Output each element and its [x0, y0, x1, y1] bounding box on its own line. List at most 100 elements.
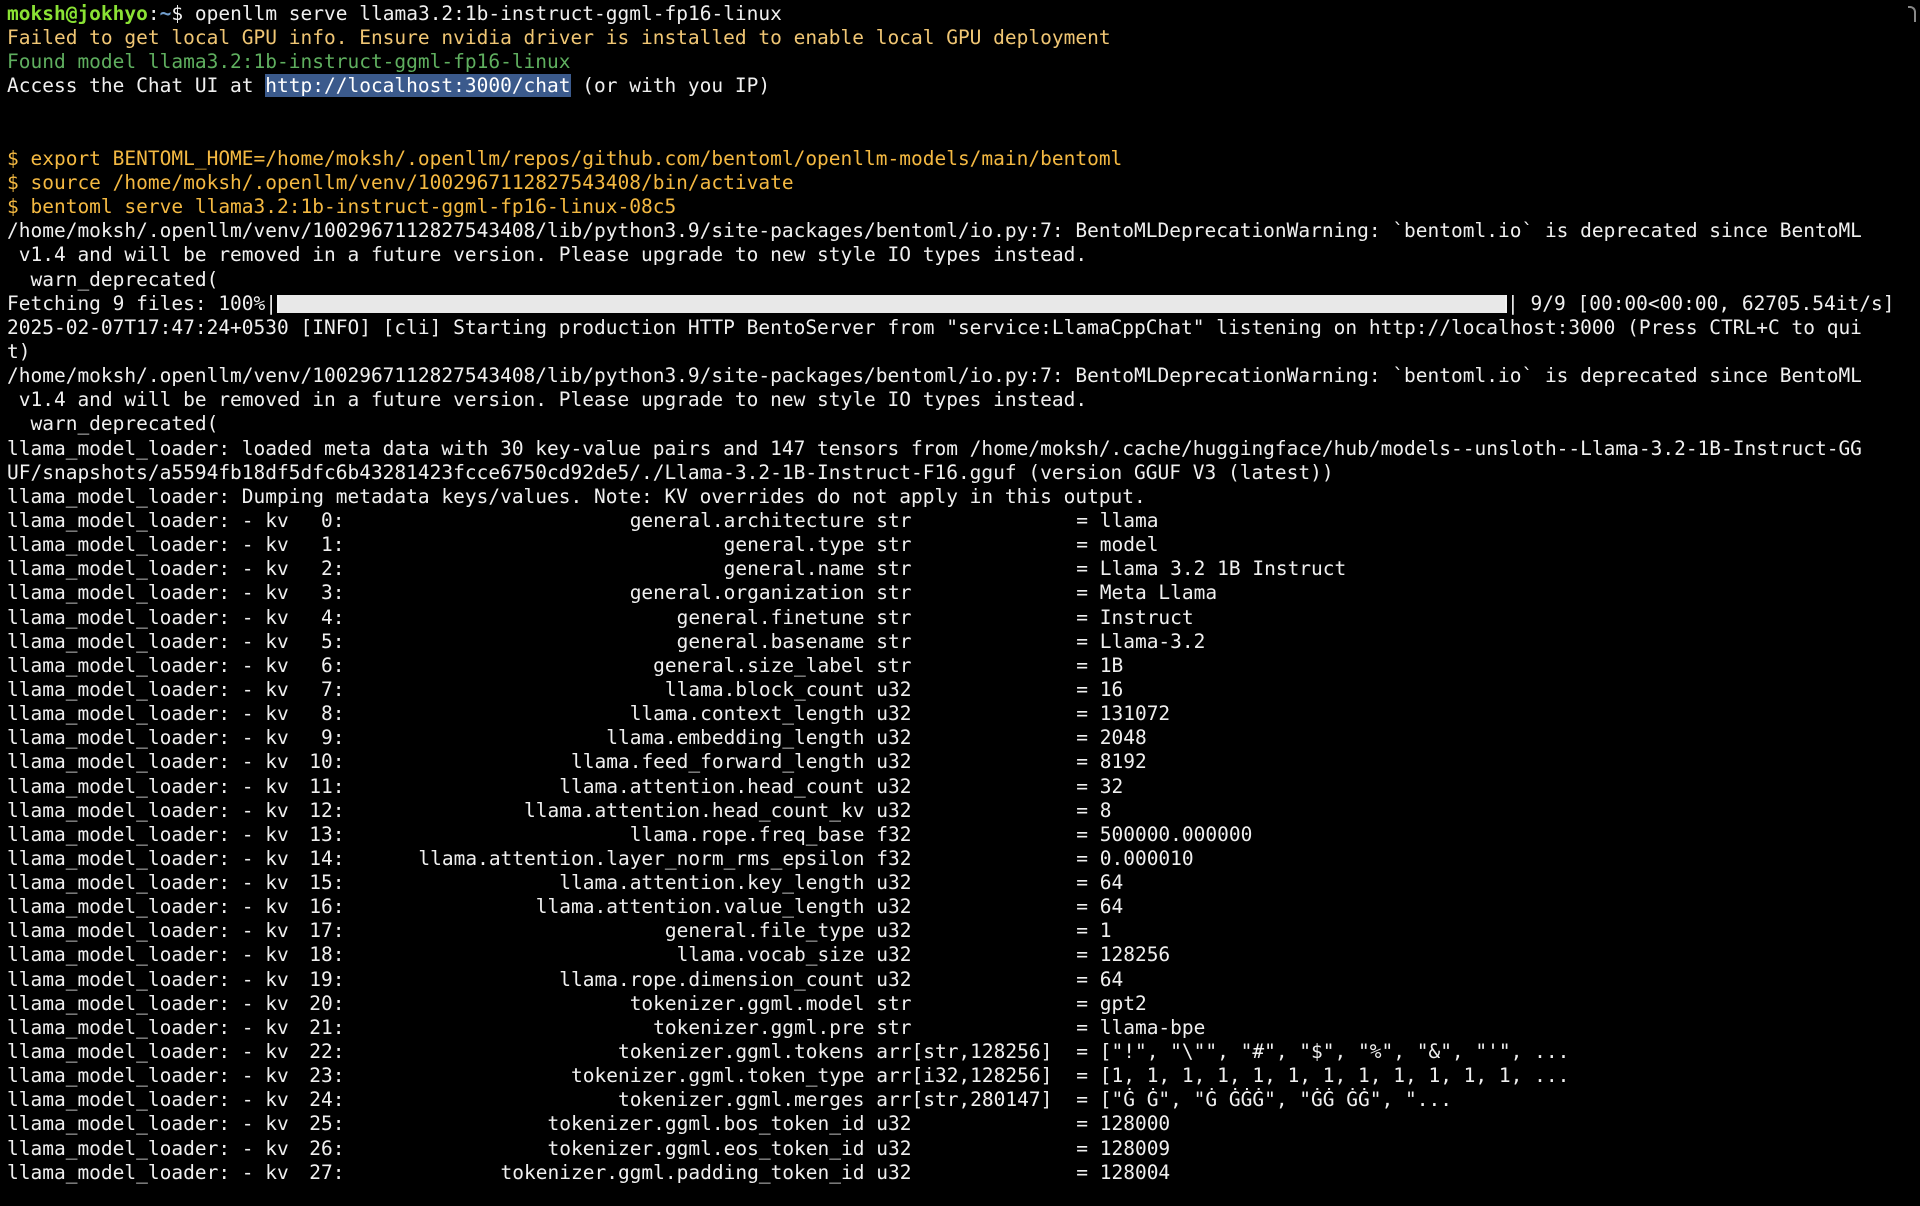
kv-prefix: llama_model_loader: - kv	[7, 557, 301, 581]
kv-row: llama_model_loader: - kv 2: general.name …	[7, 557, 1913, 581]
kv-value: = 500000.000000	[1076, 822, 1253, 846]
kv-row: llama_model_loader: - kv 9: llama.embeddi…	[7, 726, 1913, 750]
kv-key: general.organization	[629, 581, 865, 605]
loader-log-line: UF/snapshots/a5594fb18df5dfc6b43281423fc…	[7, 460, 1334, 484]
deprecation-warning-line: v1.4 and will be removed in a future ver…	[7, 388, 1088, 412]
kv-type: u32	[876, 750, 912, 774]
kv-prefix: llama_model_loader: - kv	[7, 605, 301, 629]
terminal-window[interactable]: moksh@jokhyo:~$ openllm serve llama3.2:1…	[0, 0, 1920, 1206]
kv-index: 1:	[321, 533, 345, 557]
kv-row: llama_model_loader: - kv 1: general.type …	[7, 533, 1913, 557]
kv-value: = 0.000010	[1076, 846, 1194, 870]
kv-prefix: llama_model_loader: - kv	[7, 991, 301, 1015]
kv-row: llama_model_loader: - kv 21: tokenizer.gg…	[7, 1016, 1913, 1040]
kv-prefix: llama_model_loader: - kv	[7, 871, 301, 895]
kv-prefix: llama_model_loader: - kv	[7, 774, 301, 798]
kv-type: str	[876, 581, 912, 605]
kv-prefix: llama_model_loader: - kv	[7, 629, 301, 653]
kv-value: = 32	[1076, 774, 1124, 798]
kv-type: u32	[876, 967, 912, 991]
chat-ui-link[interactable]: http://localhost:3000/chat	[265, 74, 571, 98]
kv-type: str	[876, 653, 912, 677]
prompt-line: moksh@jokhyo:~$ openllm serve llama3.2:1…	[7, 2, 1913, 26]
kv-index: 25:	[309, 1112, 345, 1136]
kv-type: u32	[876, 702, 912, 726]
deprecation-warning-line: /home/moksh/.openllm/venv/10029671128275…	[7, 364, 1862, 388]
kv-key: llama.rope.freq_base	[629, 822, 865, 846]
kv-row: llama_model_loader: - kv 19: llama.rope.d…	[7, 968, 1913, 992]
info-log-line: t)	[7, 339, 31, 363]
kv-prefix: llama_model_loader: - kv	[7, 943, 301, 967]
kv-row: llama_model_loader: - kv 24: tokenizer.gg…	[7, 1088, 1913, 1112]
kv-prefix: llama_model_loader: - kv	[7, 1112, 301, 1136]
kv-prefix: llama_model_loader: - kv	[7, 702, 301, 726]
kv-index: 2:	[321, 557, 345, 581]
kv-value: = 2048	[1076, 726, 1147, 750]
kv-row: llama_model_loader: - kv 23: tokenizer.gg…	[7, 1064, 1913, 1088]
kv-value: = Llama 3.2 1B Instruct	[1076, 557, 1347, 581]
kv-value: = 64	[1076, 967, 1124, 991]
fetching-prefix: Fetching 9 files: 100%|	[7, 291, 278, 315]
kv-prefix: llama_model_loader: - kv	[7, 726, 301, 750]
kv-key: general.file_type	[664, 919, 865, 943]
kv-row: llama_model_loader: - kv 8: llama.context…	[7, 702, 1913, 726]
kv-index: 21:	[309, 1015, 345, 1039]
kv-key: tokenizer.ggml.eos_token_id	[547, 1136, 865, 1160]
kv-key: general.type	[723, 533, 865, 557]
kv-type: u32	[876, 871, 912, 895]
kv-row: llama_model_loader: - kv 7: llama.block_c…	[7, 678, 1913, 702]
kv-index: 16:	[309, 895, 345, 919]
kv-key: llama.attention.layer_norm_rms_epsilon	[418, 846, 865, 870]
kv-index: 15:	[309, 871, 345, 895]
kv-value: = Instruct	[1076, 605, 1194, 629]
kv-type: f32	[876, 846, 912, 870]
kv-prefix: llama_model_loader: - kv	[7, 1160, 301, 1184]
kv-prefix: llama_model_loader: - kv	[7, 581, 301, 605]
access-suffix: (or with you IP)	[570, 74, 771, 98]
export-command-line: $ export BENTOML_HOME=/home/moksh/.openl…	[7, 146, 1123, 170]
kv-index: 24:	[309, 1088, 345, 1112]
prompt-path: ~	[159, 2, 172, 25]
kv-value: = model	[1076, 533, 1159, 557]
kv-row: llama_model_loader: - kv 27: tokenizer.gg…	[7, 1161, 1913, 1185]
kv-row: llama_model_loader: - kv 11: llama.attent…	[7, 775, 1913, 799]
kv-row: llama_model_loader: - kv 15: llama.attent…	[7, 871, 1913, 895]
kv-key: llama.rope.dimension_count	[559, 967, 865, 991]
kv-prefix: llama_model_loader: - kv	[7, 798, 301, 822]
kv-type: str	[876, 557, 912, 581]
kv-row: llama_model_loader: - kv 18: llama.vocab_…	[7, 943, 1913, 967]
kv-row: llama_model_loader: - kv 0: general.archi…	[7, 509, 1913, 533]
fetching-progress-line: Fetching 9 files: 100%| | 9/9 [00:00<00:0…	[7, 292, 1913, 316]
found-model-line: Found model llama3.2:1b-instruct-ggml-fp…	[7, 50, 571, 74]
kv-row: llama_model_loader: - kv 5: general.basen…	[7, 630, 1913, 654]
kv-row: llama_model_loader: - kv 12: llama.attent…	[7, 799, 1913, 823]
kv-prefix: llama_model_loader: - kv	[7, 846, 301, 870]
kv-index: 9:	[321, 726, 345, 750]
kv-value: = 16	[1076, 677, 1124, 701]
kv-type: u32	[876, 1136, 912, 1160]
kv-type: arr[str,128256]	[876, 1040, 1053, 1064]
kv-index: 26:	[309, 1136, 345, 1160]
kv-type: str	[876, 533, 912, 557]
kv-index: 7:	[321, 677, 345, 701]
kv-value: = 64	[1076, 895, 1124, 919]
kv-row: llama_model_loader: - kv 6: general.size_…	[7, 654, 1913, 678]
kv-index: 27:	[309, 1160, 345, 1184]
kv-index: 0:	[321, 508, 345, 532]
kv-value: = ["Ġ Ġ", "Ġ ĠĠĠ", "ĠĠ ĠĠ", "...	[1076, 1088, 1452, 1112]
kv-value: = 64	[1076, 871, 1124, 895]
kv-index: 17:	[309, 919, 345, 943]
kv-prefix: llama_model_loader: - kv	[7, 1015, 301, 1039]
kv-type: u32	[876, 726, 912, 750]
kv-index: 13:	[309, 822, 345, 846]
kv-index: 11:	[309, 774, 345, 798]
kv-prefix: llama_model_loader: - kv	[7, 750, 301, 774]
kv-key: llama.attention.head_count	[559, 774, 865, 798]
kv-key: tokenizer.ggml.padding_token_id	[500, 1160, 865, 1184]
kv-index: 10:	[309, 750, 345, 774]
prompt-symbol: $	[171, 2, 184, 25]
kv-type: arr[i32,128256]	[876, 1064, 1053, 1088]
kv-key: general.finetune	[676, 605, 865, 629]
